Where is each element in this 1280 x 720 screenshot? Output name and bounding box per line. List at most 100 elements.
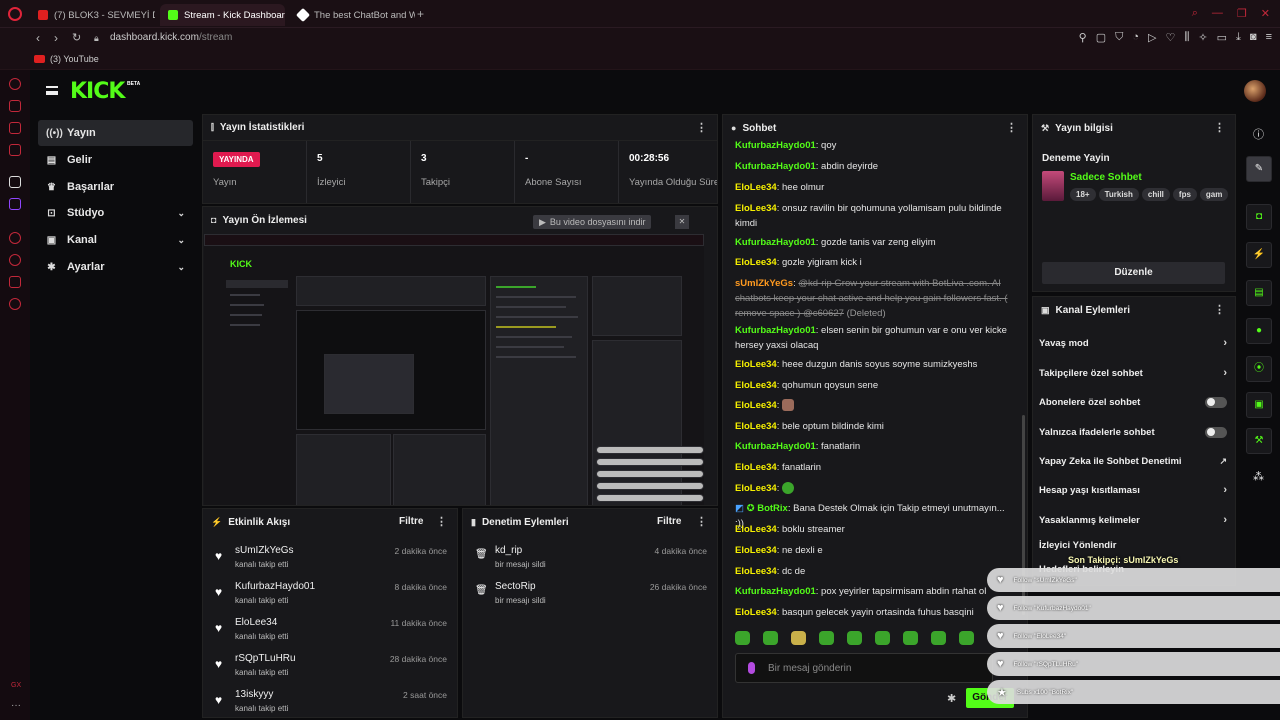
history-icon[interactable] [9, 254, 21, 266]
tag[interactable]: 18+ [1070, 188, 1096, 201]
chevron-down-icon[interactable]: ⌄ [177, 262, 185, 273]
play-icon[interactable]: ▷ [1148, 31, 1156, 44]
info-icon[interactable]: ⓘ [1253, 126, 1264, 142]
new-tab-icon[interactable]: + [417, 7, 424, 21]
edit-pencil-icon[interactable]: ✎ [1246, 156, 1272, 182]
channel-icon[interactable]: ▣ [1246, 392, 1272, 418]
sidebar-app-icon[interactable] [9, 276, 21, 288]
emote-icon[interactable] [847, 631, 862, 645]
twitch-icon[interactable] [9, 198, 21, 210]
chat-username[interactable]: BotRix [757, 503, 788, 514]
nav-item-ayarlar[interactable]: ✱ Ayarlar ⌄ [38, 254, 193, 280]
pin-icon[interactable]: ⚲ [1079, 31, 1087, 44]
download-icon[interactable]: ⤓ [1236, 31, 1241, 44]
kebab-menu-icon[interactable]: ⋮ [696, 515, 707, 528]
nav-item-kanal[interactable]: ▣ Kanal ⌄ [38, 227, 193, 253]
chat-username[interactable]: EloLee34 [735, 203, 777, 214]
chat-username[interactable]: EloLee34 [735, 607, 777, 618]
follower-name[interactable]: rSQpTLuHRu [235, 653, 296, 664]
toggle-switch[interactable] [1205, 396, 1227, 408]
tag[interactable]: chill [1141, 188, 1170, 201]
chat-username[interactable]: KufurbazHaydo01 [735, 161, 816, 172]
chat-username[interactable]: KufurbazHaydo01 [735, 237, 816, 248]
chat-username[interactable]: EloLee34 [735, 400, 777, 411]
nav-item-yayin[interactable]: ((•)) Yayın [38, 120, 193, 146]
action-followers-only[interactable]: Takipçilere özel sohbet › [1039, 362, 1227, 384]
emote-icon[interactable] [903, 631, 918, 645]
action-banned-words[interactable]: Yasaklanmış kelimeler › [1039, 509, 1227, 531]
tag[interactable]: gam [1199, 188, 1229, 201]
share-icon[interactable]: ⁂ [1253, 470, 1264, 483]
emote-icon[interactable] [819, 631, 834, 645]
forward-icon[interactable]: › [54, 31, 58, 45]
emote-icon[interactable] [931, 631, 946, 645]
emote-icon[interactable] [763, 631, 778, 645]
action-account-age[interactable]: Hesap yaşı kısıtlaması › [1039, 479, 1227, 501]
bookmark-youtube[interactable]: (3) YouTube [34, 54, 99, 64]
tag[interactable]: fps [1172, 188, 1197, 201]
action-ai-moderation[interactable]: Yapay Zeka ile Sohbet Denetimi ↗ [1039, 450, 1227, 472]
chat-username[interactable]: EloLee34 [735, 182, 777, 193]
browser-tab-youtube[interactable]: (7) BLOK3 - SEVMEYİ DEN [30, 4, 155, 26]
microphone-icon[interactable] [748, 662, 755, 674]
filter-button[interactable]: Filtre [657, 516, 681, 527]
follower-name[interactable]: EloLee34 [235, 617, 277, 628]
sidebar-app-icon[interactable] [9, 144, 21, 156]
chat-username[interactable]: KufurbazHaydo01 [735, 441, 816, 452]
wrench-icon[interactable]: ⚒ [1246, 428, 1272, 454]
cursor-icon[interactable]: ◔ [1132, 31, 1139, 44]
camera-icon[interactable]: ◙ [1250, 31, 1257, 44]
url-field[interactable]: dashboard.kick.com/stream [110, 32, 232, 43]
action-host[interactable]: İzleyici Yönlendir [1039, 534, 1227, 556]
kebab-menu-icon[interactable]: ⋮ [696, 121, 707, 134]
sidebar-app-icon[interactable] [9, 122, 21, 134]
chat-username[interactable]: EloLee34 [735, 359, 777, 370]
chat-username[interactable]: EloLee34 [735, 483, 777, 494]
chat-username[interactable]: EloLee34 [735, 257, 777, 268]
chevron-down-icon[interactable]: ⌄ [177, 208, 185, 219]
chat-username[interactable]: sUmIZkYeGs [735, 278, 793, 289]
kebab-menu-icon[interactable]: ⋮ [1006, 121, 1017, 134]
follower-name[interactable]: 13iskyyy [235, 689, 273, 700]
follower-name[interactable]: KufurbazHaydo01 [235, 581, 315, 592]
toggle-switch[interactable] [1205, 426, 1227, 438]
action-slow-mode[interactable]: Yavaş mod › [1039, 332, 1227, 354]
close-icon[interactable]: ✕ [1261, 7, 1270, 20]
chat-input[interactable]: Bir mesaj gönderin [735, 653, 993, 683]
kebab-menu-icon[interactable]: ⋮ [436, 515, 447, 528]
category-thumbnail[interactable] [1042, 171, 1064, 201]
maximize-icon[interactable]: ❐ [1237, 7, 1247, 20]
chat-username[interactable]: KufurbazHaydo01 [735, 586, 816, 597]
chat-username[interactable]: EloLee34 [735, 380, 777, 391]
chat-username[interactable]: EloLee34 [735, 545, 777, 556]
chat-username[interactable]: KufurbazHaydo01 [735, 325, 816, 336]
chat-username[interactable]: EloLee34 [735, 566, 777, 577]
close-icon[interactable]: ✕ [675, 215, 689, 229]
wallet-icon[interactable]: ▭ [1217, 31, 1227, 44]
nav-item-gelir[interactable]: ▤ Gelir [38, 147, 193, 173]
preview-toggle-icon[interactable]: ◘ [1246, 204, 1272, 230]
emote-icon[interactable] [735, 631, 750, 645]
edit-button[interactable]: Düzenle [1042, 262, 1225, 284]
filter-button[interactable]: Filtre [399, 516, 423, 527]
emote-icon[interactable] [791, 631, 806, 645]
kebab-menu-icon[interactable]: ⋮ [1214, 303, 1225, 316]
menu-icon[interactable]: ≡ [1266, 31, 1272, 44]
sidebar-app-icon[interactable] [9, 100, 21, 112]
heart-icon[interactable]: ♡ [1165, 31, 1175, 44]
more-icon[interactable]: ··· [11, 700, 21, 711]
chat-bubble-icon[interactable]: ● [1246, 318, 1272, 344]
moderator-name[interactable]: kd_rip [495, 545, 522, 556]
category-name[interactable]: Sadece Sohbet [1070, 172, 1142, 183]
broadcast-icon[interactable]: ⦿ [1246, 356, 1272, 382]
chat-settings-icon[interactable]: ✱ [947, 692, 956, 705]
lightning-icon[interactable]: ⚡ [1246, 242, 1272, 268]
opera-logo-icon[interactable] [8, 7, 22, 21]
sidebar-app-icon[interactable] [9, 176, 21, 188]
chevron-down-icon[interactable]: ⌄ [177, 235, 185, 246]
nav-item-studyo[interactable]: ⊡ Stüdyo ⌄ [38, 200, 193, 226]
kebab-menu-icon[interactable]: ⋮ [1214, 121, 1225, 134]
follower-name[interactable]: sUmIZkYeGs [235, 545, 294, 556]
sidebar-app-icon[interactable] [9, 232, 21, 244]
emote-icon[interactable] [875, 631, 890, 645]
